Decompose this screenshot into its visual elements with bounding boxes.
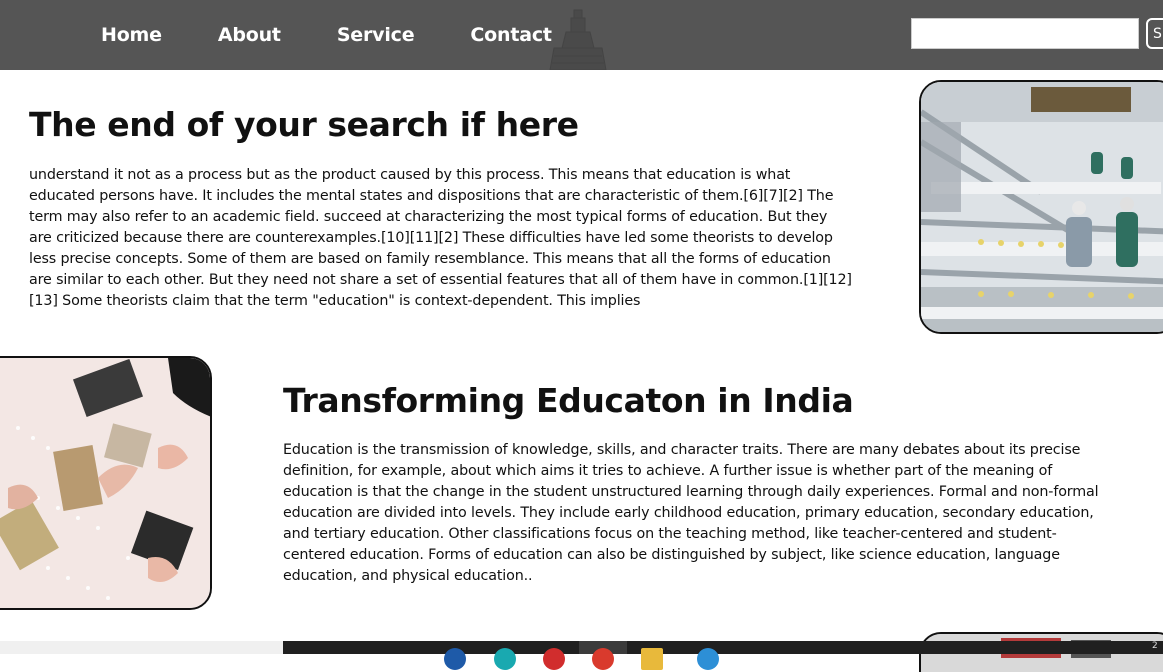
nav-home-link[interactable]: Home (101, 24, 162, 46)
nav-about-link[interactable]: About (218, 24, 281, 46)
nav-service-link[interactable]: Service (337, 24, 415, 46)
search-input[interactable] (911, 18, 1139, 49)
section-1-title: The end of your search if here (29, 105, 579, 144)
search-button[interactable]: S (1146, 18, 1163, 49)
os-taskbar (283, 641, 1163, 654)
taskbar-app-icon[interactable] (697, 648, 719, 670)
nav-contact-link[interactable]: Contact (470, 24, 552, 46)
taskbar-app-icon[interactable] (592, 648, 614, 670)
taskbar-clock: 2 (1152, 641, 1158, 651)
taskbar-app-icon[interactable] (444, 648, 466, 670)
taskbar-app-icon[interactable] (543, 648, 565, 670)
navbar: Home About Service Contact S (0, 0, 1163, 70)
factory-production-line-image (919, 80, 1163, 334)
nav-links: Home About Service Contact (101, 0, 608, 70)
factory-illustration (921, 82, 1163, 332)
section-2-text: Education is the transmission of knowled… (283, 442, 1099, 584)
hands-with-swatches-image (0, 356, 212, 610)
folder-icon[interactable] (641, 648, 663, 670)
temple-logo-icon (549, 9, 607, 70)
section-2-title: Transforming Educaton in India (283, 381, 854, 420)
taskbar-search-area[interactable] (0, 641, 283, 654)
swatches-illustration (0, 358, 210, 608)
taskbar-app-icon[interactable] (494, 648, 516, 670)
section-1-text: understand it not as a process but as th… (29, 167, 852, 309)
